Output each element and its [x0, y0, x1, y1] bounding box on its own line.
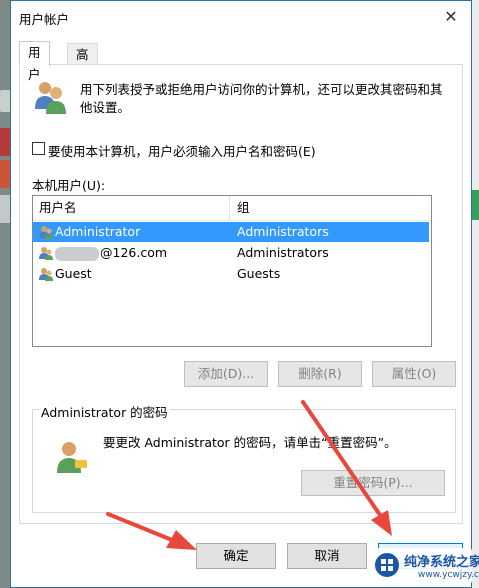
user-row-guest[interactable]: Guest Guests	[33, 264, 429, 284]
users-tab-panel: 用下列表授予或拒绝用户访问你的计算机，还可以更改其密码和其他设置。 要使用本计算…	[19, 64, 463, 524]
password-group-title: Administrator 的密码	[39, 402, 170, 421]
user-accounts-dialog: 用户帐户 ✕ 用户 高级 用下列表授予或拒绝用户访问你的计算机，还可以更改其密码…	[10, 0, 472, 588]
list-header: 用户名 组	[33, 196, 431, 221]
windows-logo-icon	[375, 553, 399, 577]
intro-text: 用下列表授予或拒绝用户访问你的计算机，还可以更改其密码和其他设置。	[80, 82, 443, 115]
user-name-suffix: @126.com	[100, 245, 168, 260]
password-instructions: 要更改 Administrator 的密码，请单击“重置密码”。	[103, 435, 397, 450]
user-name: @126.com	[55, 243, 167, 263]
user-row-email[interactable]: @126.com Administrators	[33, 243, 429, 263]
tab-advanced[interactable]: 高级	[67, 43, 98, 84]
require-login-checkbox[interactable]	[32, 142, 45, 155]
reset-password-button[interactable]: 重置密码(P)...	[301, 470, 445, 496]
user-key-icon	[57, 442, 87, 473]
tab-users[interactable]: 用户	[19, 41, 50, 82]
users-list[interactable]: 用户名 组 Administrator Administrators @126.…	[32, 195, 432, 347]
cancel-button[interactable]: 取消	[287, 543, 367, 569]
remove-user-button[interactable]: 删除(R)	[278, 361, 362, 387]
user-group: Administrators	[237, 245, 329, 260]
user-row-administrator[interactable]: Administrator Administrators	[33, 222, 429, 242]
add-user-button[interactable]: 添加(D)...	[184, 361, 268, 387]
users-list-label: 本机用户(U):	[32, 178, 106, 193]
user-icon	[39, 268, 53, 281]
ok-button[interactable]: 确定	[196, 543, 276, 569]
user-icon	[39, 247, 53, 260]
properties-button[interactable]: 属性(O)	[372, 361, 456, 387]
require-login-label[interactable]: 要使用本计算机，用户必须输入用户名和密码(E)	[48, 141, 316, 160]
user-name: Administrator	[55, 224, 141, 239]
site-watermark: 纯净系统之家 www.ycwjzy.com	[372, 548, 479, 584]
column-header-group[interactable]: 组	[231, 196, 427, 220]
user-name: Guest	[55, 266, 92, 281]
column-header-username[interactable]: 用户名	[33, 196, 230, 220]
title-bar: 用户帐户 ✕	[11, 1, 471, 33]
watermark-title: 纯净系统之家	[404, 555, 479, 570]
redacted-text	[55, 246, 99, 261]
window-title: 用户帐户	[19, 12, 70, 27]
user-icon	[39, 226, 53, 239]
close-button[interactable]: ✕	[431, 1, 471, 33]
user-group: Administrators	[237, 224, 329, 239]
password-groupbox: Administrator 的密码 要更改 Administrator 的密码，…	[32, 402, 456, 513]
user-group: Guests	[237, 266, 281, 281]
watermark-url: www.ycwjzy.com	[418, 570, 479, 580]
